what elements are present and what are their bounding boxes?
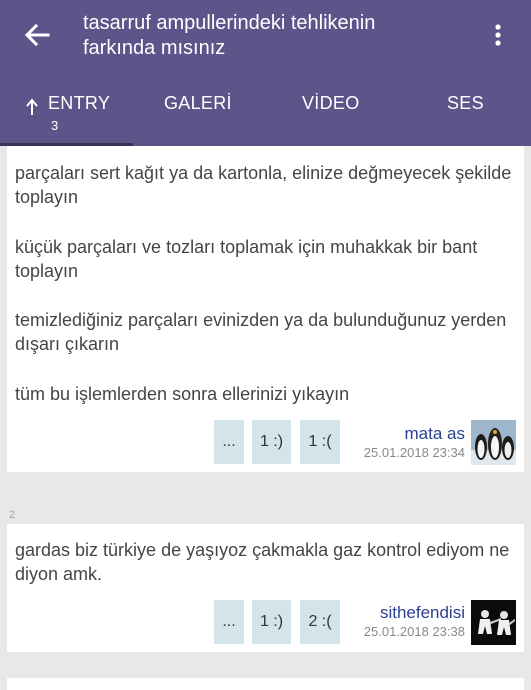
entry-paragraph: küçük parçaları ve tozları toplamak için… (15, 237, 478, 281)
tab-video-label: VİDEO (302, 93, 360, 113)
entry-date: 25.01.2018 23:34 (363, 445, 465, 460)
more-vertical-icon (495, 24, 501, 46)
entry-card-partial (7, 678, 524, 690)
dislike-button[interactable]: 1 :( (300, 420, 340, 464)
entry-card: parçaları sert kağıt ya da kartonla, eli… (7, 146, 524, 472)
tab-galeri[interactable]: GALERİ (133, 84, 266, 146)
tab-entry[interactable]: ENTRY 3 (0, 84, 133, 146)
tab-entry-label: ENTRY (48, 93, 111, 113)
dislike-button[interactable]: 2 :( (300, 600, 340, 644)
entry-number: 2 (9, 509, 16, 521)
entry-author-block: sithefendisi 25.01.2018 23:38 (342, 603, 465, 639)
arrow-left-icon (24, 23, 50, 47)
page-title-line-1: tasarruf ampullerindeki tehlikenin (83, 12, 376, 34)
like-button[interactable]: 1 :) (252, 420, 291, 464)
tab-entry-count: 3 (51, 118, 59, 133)
tab-galeri-label: GALERİ (164, 93, 232, 113)
entry-date: 25.01.2018 23:38 (363, 624, 465, 639)
page-title: tasarruf ampullerindeki tehlikenin farkı… (83, 11, 473, 61)
more-actions-button[interactable]: ... (214, 600, 244, 644)
entry-paragraph: parçaları sert kağıt ya da kartonla, eli… (15, 163, 512, 207)
tab-bar: ENTRY 3 GALERİ VİDEO SES (0, 84, 531, 146)
tab-ses[interactable]: SES (399, 84, 531, 146)
penguins-avatar-image (471, 420, 516, 465)
penguins-avatar[interactable] (471, 420, 516, 465)
entry-card: gardas biz türkiye de yaşıyoz çakmakla g… (7, 524, 524, 652)
back-button[interactable] (22, 20, 62, 50)
entry-author-block: mata as 25.01.2018 23:34 (342, 424, 465, 460)
more-actions-button[interactable]: ... (214, 420, 244, 464)
entry-paragraph: temizlediğiniz parçaları evinizden ya da… (15, 310, 507, 354)
author-name-link[interactable]: sithefendisi (342, 603, 465, 623)
entry-paragraph: tüm bu işlemlerden sonra ellerinizi yıka… (15, 384, 350, 404)
author-name-link[interactable]: mata as (342, 424, 465, 444)
app-bar: tasarruf ampullerindeki tehlikenin farkı… (0, 0, 531, 146)
pulp-fiction-avatar-image (471, 600, 516, 645)
tab-ses-label: SES (447, 93, 484, 113)
arrow-up-icon (26, 98, 38, 115)
more-menu-button[interactable] (486, 20, 510, 50)
entry-paragraph: gardas biz türkiye de yaşıyoz çakmakla g… (15, 540, 510, 584)
tab-video[interactable]: VİDEO (266, 84, 399, 146)
like-button[interactable]: 1 :) (252, 600, 291, 644)
page-title-line-2: farkında mısınız (83, 37, 226, 59)
pulp-fiction-avatar[interactable] (471, 600, 516, 645)
